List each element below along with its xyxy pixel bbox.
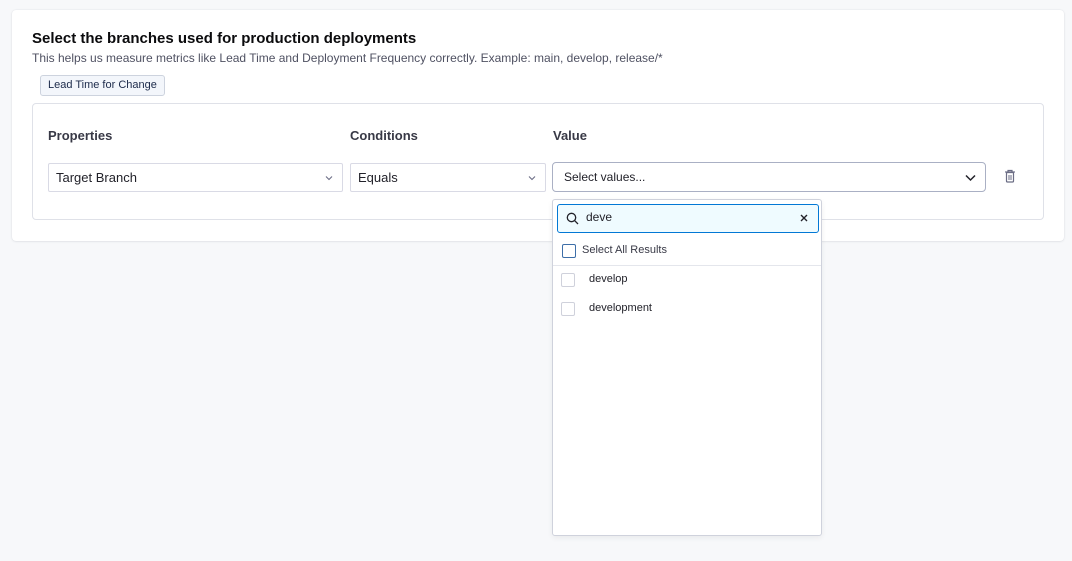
property-select[interactable]: Target Branch <box>48 163 343 192</box>
value-header: Value <box>553 128 587 143</box>
value-dropdown-panel: deve Select All Results develop developm… <box>552 199 822 536</box>
list-item[interactable]: develop <box>553 266 821 294</box>
conditions-header: Conditions <box>350 128 418 143</box>
metric-tag: Lead Time for Change <box>40 75 165 96</box>
properties-header: Properties <box>48 128 113 143</box>
option-checkbox[interactable] <box>561 273 575 287</box>
condition-select[interactable]: Equals <box>350 163 546 192</box>
option-label: development <box>589 302 652 314</box>
trash-icon[interactable] <box>1002 168 1018 184</box>
production-branches-card: Select the branches used for production … <box>12 10 1064 241</box>
chevron-down-icon <box>528 176 536 181</box>
section-title: Select the branches used for production … <box>32 30 417 47</box>
close-icon[interactable] <box>799 213 809 223</box>
select-all-option[interactable]: Select All Results <box>553 237 821 266</box>
chevron-down-icon <box>965 174 976 182</box>
search-input[interactable]: deve <box>557 204 819 233</box>
option-checkbox[interactable] <box>561 302 575 316</box>
search-icon <box>566 212 579 225</box>
value-select-placeholder: Select values... <box>564 170 646 184</box>
property-select-value: Target Branch <box>56 170 137 185</box>
rule-row-container: Properties Conditions Value Target Branc… <box>32 103 1044 220</box>
select-all-checkbox[interactable] <box>562 244 576 258</box>
chevron-down-icon <box>325 176 333 181</box>
select-all-label: Select All Results <box>582 244 667 256</box>
option-label: develop <box>589 273 628 285</box>
value-multiselect[interactable]: Select values... <box>552 162 986 192</box>
list-item[interactable]: development <box>553 295 821 323</box>
section-subtitle: This helps us measure metrics like Lead … <box>32 51 663 65</box>
condition-select-value: Equals <box>358 170 398 185</box>
search-input-value: deve <box>586 210 613 224</box>
